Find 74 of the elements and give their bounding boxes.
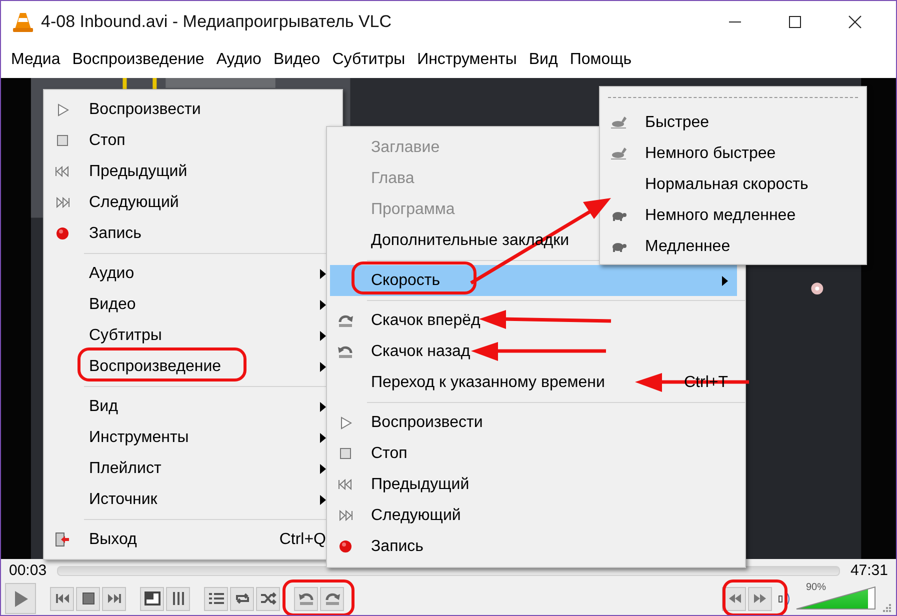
hare-icon — [610, 116, 627, 129]
shuffle-button[interactable] — [256, 586, 280, 610]
shuffle-icon — [260, 591, 276, 606]
menu-bar-item[interactable]: Медиа — [5, 51, 66, 69]
faster-button[interactable] — [748, 586, 772, 610]
list-icon — [208, 591, 224, 606]
record-icon — [56, 227, 69, 240]
exit-icon — [55, 532, 70, 547]
highlight-ring — [282, 580, 354, 615]
resize-grip-icon[interactable] — [882, 603, 892, 613]
hare-icon — [610, 147, 627, 160]
menu-item[interactable]: Скачок назад — [330, 336, 737, 367]
jump-ahead-button[interactable] — [320, 586, 344, 610]
menu-bar-item[interactable]: Вид — [522, 51, 564, 69]
play-icon — [340, 416, 352, 430]
play-icon — [56, 102, 68, 116]
menu-item[interactable]: Запись — [330, 531, 737, 562]
stop-icon — [340, 448, 351, 459]
menu-item[interactable]: Немного медленнее — [600, 200, 866, 231]
menu-item[interactable]: Следующий — [330, 500, 737, 531]
skip-forward-icon — [106, 591, 122, 606]
skip-back-icon — [54, 591, 70, 606]
menu-bar-item[interactable]: Инструменты — [411, 51, 523, 69]
menu-bar-item[interactable]: Субтитры — [326, 51, 412, 69]
total-time: 47:31 — [850, 562, 888, 579]
menu-item[interactable]: Нормальная скорость — [600, 169, 866, 200]
next-track-button[interactable] — [102, 586, 126, 610]
fast-forward-icon — [752, 591, 768, 606]
menu-bar-item[interactable]: Аудио — [210, 51, 268, 69]
volume-reading: 90% — [806, 582, 826, 593]
menu-bar-item[interactable]: Помощь — [564, 51, 638, 69]
cone-icon — [13, 10, 33, 32]
menu-item[interactable]: Медленнее — [600, 231, 866, 262]
play-icon — [12, 590, 28, 608]
previous-icon — [338, 479, 353, 490]
menu-item[interactable]: Воспроизвести — [44, 94, 342, 125]
menu-item[interactable]: Предыдущий — [330, 469, 737, 500]
highlight-ring — [722, 580, 788, 615]
fullscreen-button[interactable] — [140, 586, 164, 610]
playlist-button[interactable] — [204, 586, 228, 610]
elapsed-time: 00:03 — [9, 562, 47, 579]
close-icon[interactable] — [848, 14, 862, 28]
stop-icon — [57, 135, 68, 146]
play-button[interactable] — [5, 583, 36, 614]
menu-item[interactable]: Воспроизвести — [330, 407, 737, 438]
previous-icon — [55, 166, 70, 177]
maximize-icon[interactable] — [788, 14, 802, 28]
turtle-icon — [610, 241, 626, 252]
loop-button[interactable] — [230, 586, 254, 610]
prev-track-button[interactable] — [50, 586, 74, 610]
next-icon — [55, 197, 70, 208]
turtle-icon — [610, 210, 626, 221]
jump-backward-icon — [337, 344, 354, 359]
menu-bar-item[interactable]: Воспроизведение — [66, 51, 210, 69]
shortcut-text: Ctrl+Q — [279, 530, 326, 548]
window-title: 4-08 Inbound.avi - Медиапроигрыватель VLC — [41, 12, 392, 32]
stop-button[interactable] — [76, 586, 100, 610]
menu-bar-item[interactable]: Видео — [267, 51, 326, 69]
jump-back-button[interactable] — [294, 586, 318, 610]
loop-icon — [234, 591, 250, 606]
jump-forward-icon — [337, 313, 354, 328]
next-icon — [338, 510, 353, 521]
jump-back-icon — [298, 591, 314, 606]
menu-item[interactable]: Стоп — [330, 438, 737, 469]
menu-item[interactable]: Немного быстрее — [600, 138, 866, 169]
jump-ahead-icon — [324, 591, 340, 606]
menu-item[interactable]: Скорость — [330, 265, 737, 296]
window-icon — [144, 591, 160, 606]
equalizer-button[interactable] — [166, 586, 190, 610]
menu-item[interactable]: Быстрее — [600, 107, 866, 138]
stop-icon — [80, 591, 96, 606]
record-icon — [339, 540, 352, 553]
menu-item[interactable]: Скачок вперёд — [330, 305, 737, 336]
speaker-icon[interactable] — [778, 590, 790, 606]
